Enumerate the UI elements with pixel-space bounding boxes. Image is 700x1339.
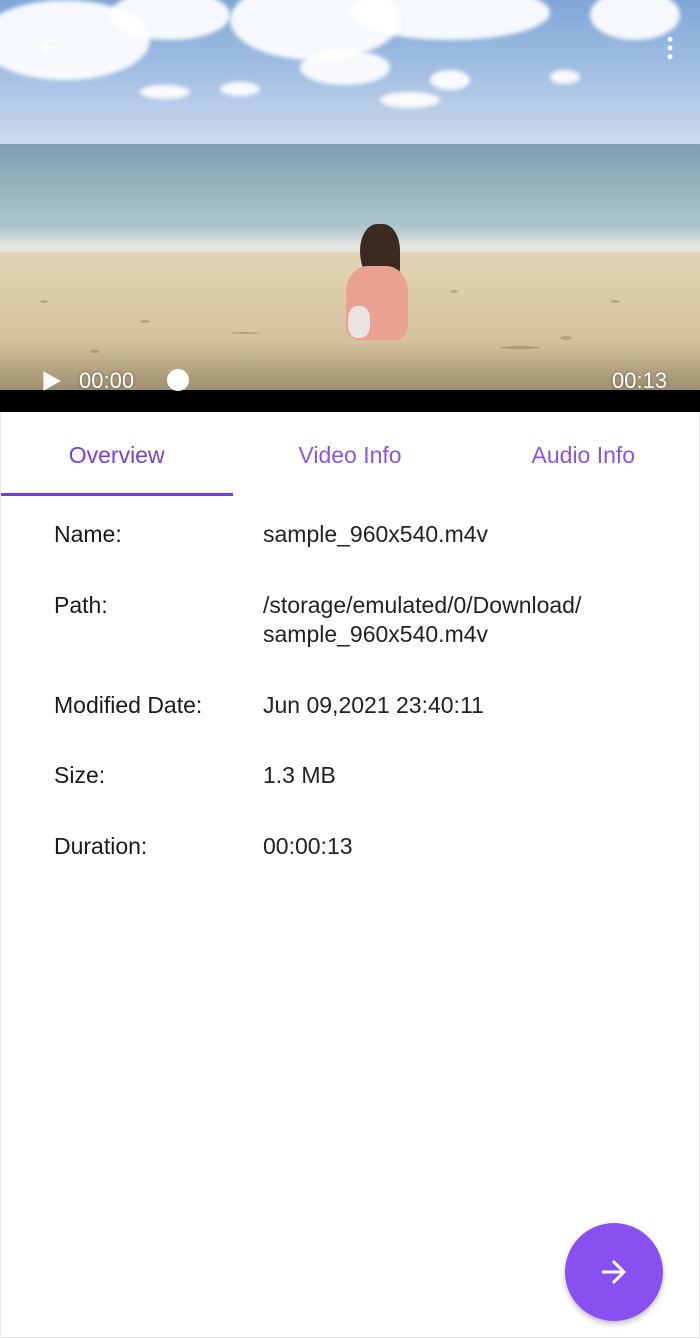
video-cloud [140, 85, 190, 99]
sand-speck [40, 300, 48, 303]
tab-label: Overview [68, 441, 165, 468]
size-value: 1.3 MB [263, 762, 336, 788]
video-person-legs [348, 306, 370, 338]
video-cloud [300, 50, 390, 85]
video-cloud [430, 70, 470, 90]
tab-label: Video Info [298, 441, 402, 468]
sand-speck [230, 332, 260, 334]
screen-border [0, 412, 700, 1338]
video-cloud [220, 82, 260, 96]
duration-label: Duration: [54, 833, 148, 859]
arrow-left-icon [40, 38, 60, 58]
video-cloud [550, 70, 580, 84]
arrow-right-icon [602, 1260, 626, 1284]
next-fab-button[interactable] [565, 1223, 663, 1321]
total-time: 00:13 [612, 368, 668, 393]
more-options-button[interactable] [646, 24, 694, 72]
back-button[interactable] [26, 24, 74, 72]
duration-value: 00:00:13 [263, 833, 353, 859]
tab-label: Audio Info [531, 441, 636, 468]
tab-audio-info[interactable]: Audio Info [467, 412, 700, 498]
seek-bar-thumb[interactable] [167, 369, 189, 391]
more-vert-icon [667, 36, 673, 60]
path-label: Path: [54, 592, 108, 618]
sand-speck [450, 290, 458, 293]
sand-speck [140, 320, 150, 323]
play-icon [43, 371, 61, 391]
video-frame [0, 0, 700, 390]
current-time: 00:00 [79, 368, 135, 393]
path-value: /storage/emulated/0/Download/ sample_960… [263, 592, 582, 647]
sand-speck [610, 300, 620, 303]
tab-overview[interactable]: Overview [0, 412, 233, 498]
tab-bar: Overview Video Info Audio Info [0, 412, 700, 498]
video-cloud [380, 92, 440, 108]
modified-date-label: Modified Date: [54, 692, 203, 718]
name-label: Name: [54, 521, 122, 547]
tab-indicator [0, 493, 233, 496]
video-player[interactable]: 00:00 00:13 [0, 0, 700, 412]
name-value: sample_960x540.m4v [263, 521, 489, 547]
modified-date-value: Jun 09,2021 23:40:11 [263, 692, 484, 718]
tab-video-info[interactable]: Video Info [233, 412, 466, 498]
app-screen: 00:00 00:13 Overview Video Info Audio In… [0, 0, 700, 1339]
size-label: Size: [54, 762, 106, 788]
play-button[interactable] [36, 366, 66, 396]
